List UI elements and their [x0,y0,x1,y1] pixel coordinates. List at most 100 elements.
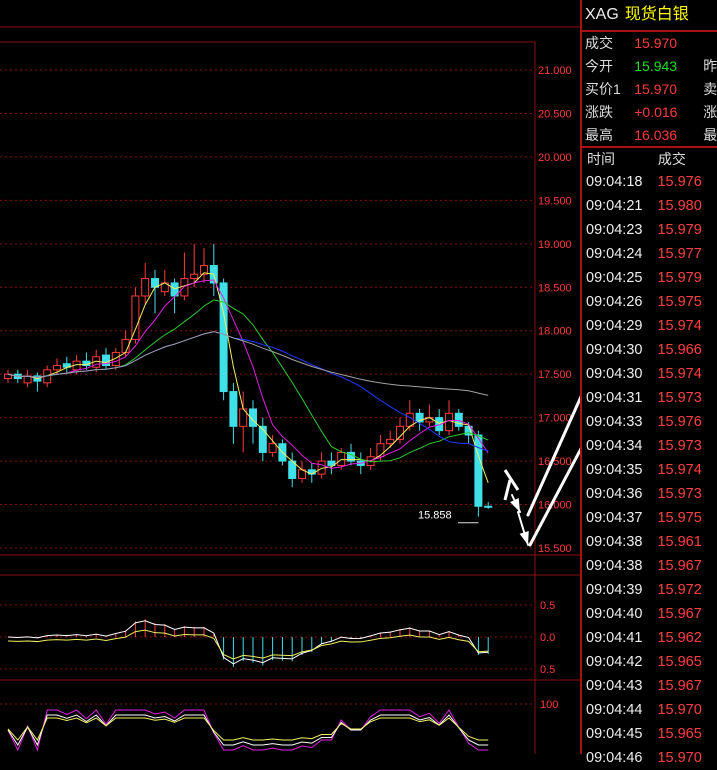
tick-price: 15.975 [657,510,702,526]
quote-panel: XAG 现货白银 成交 15.970 今开 15.943 昨买价1 15.970 卖涨跌 +0.… [580,0,717,766]
tick-price: 15.970 [657,702,702,718]
candle-body [258,425,267,453]
tick-time: 09:04:36 [586,486,643,502]
tick-row[interactable]: 09:04:31 15.973 [582,386,717,410]
macd-dif-line [7,620,489,665]
tick-price: 15.976 [657,414,702,430]
annotation-arrow-down-head [519,531,529,545]
tick-row[interactable]: 09:04:18 15.976 [582,170,717,194]
tick-time: 09:04:38 [586,534,643,550]
quote-row: 最高 16.036 最 [582,123,717,146]
quote-row: 买价1 15.970 卖 [582,77,717,100]
candle-body [337,451,346,466]
tick-row[interactable]: 09:04:42 15.965 [582,650,717,674]
tick-row[interactable]: 09:04:38 15.961 [582,530,717,554]
tick-price: 15.967 [657,558,702,574]
tick-price: 15.977 [657,246,702,262]
macd-dea-line [7,629,489,660]
tick-time: 09:04:46 [586,750,643,766]
tick-row[interactable]: 09:04:38 15.967 [582,554,717,578]
kline-chart[interactable]: 21.000 20.500 20.000 19.500 19.000 18.500 18.0… [0,0,580,754]
tick-list[interactable]: 09:04:18 15.976 09:04:21 15.980 09:04:23 15.9… [582,170,717,770]
tick-row[interactable]: 09:04:23 15.979 [582,218,717,242]
price-tick-label: 18.500 [538,282,572,294]
tick-time: 09:04:41 [586,630,643,646]
tick-time: 09:04:35 [586,462,643,478]
symbol-name: 现货白银 [624,6,689,23]
ticks-header: 时间 成交 [582,146,717,170]
tick-row[interactable]: 09:04:34 15.973 [582,434,717,458]
macd-tick-label: 0.0 [540,632,555,644]
tick-price: 15.973 [657,438,702,454]
quote-row: 成交 15.970 [582,30,717,54]
tick-row[interactable]: 09:04:40 15.967 [582,602,717,626]
quote-row: 涨跌 +0.016 涨 [582,100,717,123]
quote-row-extra-label [703,32,717,54]
tick-time: 09:04:30 [586,342,643,358]
price-tick-label: 21.000 [538,65,572,77]
tick-time: 09:04:39 [586,582,643,598]
tick-price: 15.970 [657,750,702,766]
quote-row-extra-label: 最 [703,127,717,143]
tick-row[interactable]: 09:04:30 15.974 [582,362,717,386]
tick-row[interactable]: 09:04:45 15.965 [582,722,717,746]
tick-time: 09:04:29 [586,318,643,334]
candle-body [229,391,238,427]
tick-price: 15.979 [657,222,702,238]
tick-row[interactable]: 09:04:46 15.970 [582,746,717,770]
quote-rows: 成交 15.970 今开 15.943 昨买价1 15.970 卖涨跌 +0.016 涨最高 16… [582,30,717,146]
price-tick-label: 20.500 [538,108,572,120]
osc-line-yellow [7,717,489,741]
price-tick-label: 19.500 [538,195,572,207]
tick-price: 15.965 [657,654,702,670]
quote-row-value: 15.970 [634,35,678,51]
candle-body [131,295,140,340]
kline-chart-area[interactable]: 21.000 20.500 20.000 19.500 19.000 18.500 18.0… [0,0,580,754]
tick-time: 09:04:31 [586,390,643,406]
tick-price: 15.979 [657,270,702,286]
low-marker-label: 15.858 [418,510,452,522]
tick-row[interactable]: 09:04:25 15.979 [582,266,717,290]
tick-price: 15.974 [657,318,702,334]
tick-row[interactable]: 09:04:33 15.976 [582,410,717,434]
price-tick-label: 15.500 [538,543,572,555]
tick-row[interactable]: 09:04:26 15.975 [582,290,717,314]
tick-row[interactable]: 09:04:37 15.975 [582,506,717,530]
tick-price: 15.976 [657,174,702,190]
quote-row-label: 成交 [585,35,613,51]
tick-row[interactable]: 09:04:44 15.970 [582,698,717,722]
tick-row[interactable]: 09:04:30 15.966 [582,338,717,362]
annotation-stroke-b [503,479,512,501]
tick-row[interactable]: 09:04:43 15.967 [582,674,717,698]
tick-time: 09:04:42 [586,654,643,670]
quote-row-extra-label: 涨 [703,104,717,120]
tick-time: 09:04:45 [586,726,643,742]
price-tick-label: 16.000 [538,500,572,512]
tick-row[interactable]: 09:04:36 15.973 [582,482,717,506]
tick-row[interactable]: 09:04:24 15.977 [582,242,717,266]
tick-price: 15.980 [657,198,702,214]
quote-row-value: 15.943 [634,58,678,74]
quote-row-value: +0.016 [634,104,678,120]
tick-row[interactable]: 09:04:21 15.980 [582,194,717,218]
candle-body [454,412,463,427]
tick-price: 15.973 [657,486,702,502]
price-tick-label: 20.000 [538,152,572,164]
tick-price: 15.973 [657,390,702,406]
tick-row[interactable]: 09:04:39 15.972 [582,578,717,602]
tick-time: 09:04:30 [586,366,643,382]
candle-body [484,505,493,508]
price-tick-label: 17.000 [538,413,572,425]
tick-time: 09:04:25 [586,270,643,286]
ma-line-yellow [7,272,489,483]
quote-row-label: 今开 [585,58,613,74]
tick-row[interactable]: 09:04:35 15.974 [582,458,717,482]
tick-price: 15.966 [657,342,702,358]
tick-row[interactable]: 09:04:41 15.962 [582,626,717,650]
tick-time: 09:04:40 [586,606,643,622]
tick-time: 09:04:43 [586,678,643,694]
quote-title: XAG 现货白银 [582,0,717,30]
tick-time: 09:04:33 [586,414,643,430]
ticks-header-time: 时间 [587,151,615,167]
tick-row[interactable]: 09:04:29 15.974 [582,314,717,338]
